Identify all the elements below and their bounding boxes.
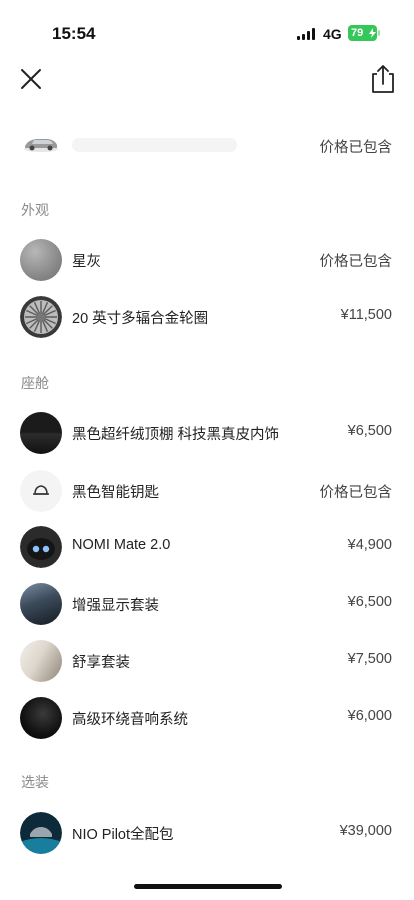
nomi-thumbnail (20, 526, 62, 568)
item-label: NOMI Mate 2.0 (72, 537, 171, 553)
list-item[interactable]: 星灰 价格已包含 (0, 235, 414, 283)
list-item[interactable]: 增强显示套装 ¥6,500 (0, 579, 414, 627)
vehicle-name-placeholder (72, 138, 237, 152)
display-package-thumbnail (20, 583, 62, 625)
item-label: NIO Pilot全配包 (72, 827, 174, 843)
list-item[interactable]: 黑色智能钥匙 价格已包含 (0, 466, 414, 514)
list-item[interactable]: 黑色超纤绒顶棚 科技黑真皮内饰 ¥6,500 (0, 408, 414, 456)
close-icon[interactable] (16, 64, 46, 94)
list-item[interactable]: NIO Pilot全配包 ¥39,000 (0, 808, 414, 856)
item-price: ¥6,500 (347, 594, 392, 610)
home-indicator[interactable] (134, 884, 282, 889)
list-item[interactable]: 高级环绕音响系统 ¥6,000 (0, 693, 414, 741)
interior-color-thumbnail (20, 412, 62, 454)
item-price: ¥6,000 (347, 708, 392, 724)
section-title-cabin: 座舱 (21, 375, 49, 391)
item-label: 20 英寸多辐合金轮圈 (72, 311, 209, 327)
section-title-exterior: 外观 (21, 202, 49, 218)
charging-icon (369, 28, 376, 38)
share-icon[interactable] (368, 62, 398, 96)
signal-icon (297, 28, 317, 40)
item-price: ¥4,900 (347, 537, 392, 553)
battery-level: 79 (351, 27, 364, 39)
item-price: 价格已包含 (319, 254, 393, 270)
section-title-options: 选装 (21, 774, 49, 790)
wheel-thumbnail (20, 296, 62, 338)
nio-pilot-thumbnail (20, 812, 62, 854)
item-price: 价格已包含 (319, 485, 393, 501)
item-label: 高级环绕音响系统 (72, 712, 188, 728)
item-price: ¥11,500 (340, 307, 392, 323)
status-time: 15:54 (52, 24, 96, 43)
list-item[interactable]: NOMI Mate 2.0 ¥4,900 (0, 522, 414, 570)
item-label: 黑色超纤绒顶棚 科技黑真皮内饰 (72, 427, 280, 443)
network-type: 4G (323, 26, 342, 42)
item-price: ¥6,500 (347, 423, 392, 439)
color-swatch-thumbnail (20, 239, 62, 281)
item-price: ¥39,000 (339, 823, 392, 839)
item-label: 星灰 (72, 254, 101, 270)
status-bar: 15:54 4G 79 (0, 0, 414, 60)
battery-cap (378, 30, 380, 36)
vehicle-summary-row: 价格已包含 (0, 125, 414, 165)
comfort-package-thumbnail (20, 640, 62, 682)
summary-price: 价格已包含 (319, 140, 393, 156)
list-item[interactable]: 舒享套装 ¥7,500 (0, 636, 414, 684)
smart-key-thumbnail (20, 470, 62, 512)
list-item[interactable]: 20 英寸多辐合金轮圈 ¥11,500 (0, 292, 414, 340)
item-price: ¥7,500 (347, 651, 392, 667)
item-label: 黑色智能钥匙 (72, 485, 159, 501)
audio-system-thumbnail (20, 697, 62, 739)
item-label: 舒享套装 (72, 655, 130, 671)
item-label: 增强显示套装 (72, 598, 159, 614)
car-thumbnail (24, 139, 58, 152)
